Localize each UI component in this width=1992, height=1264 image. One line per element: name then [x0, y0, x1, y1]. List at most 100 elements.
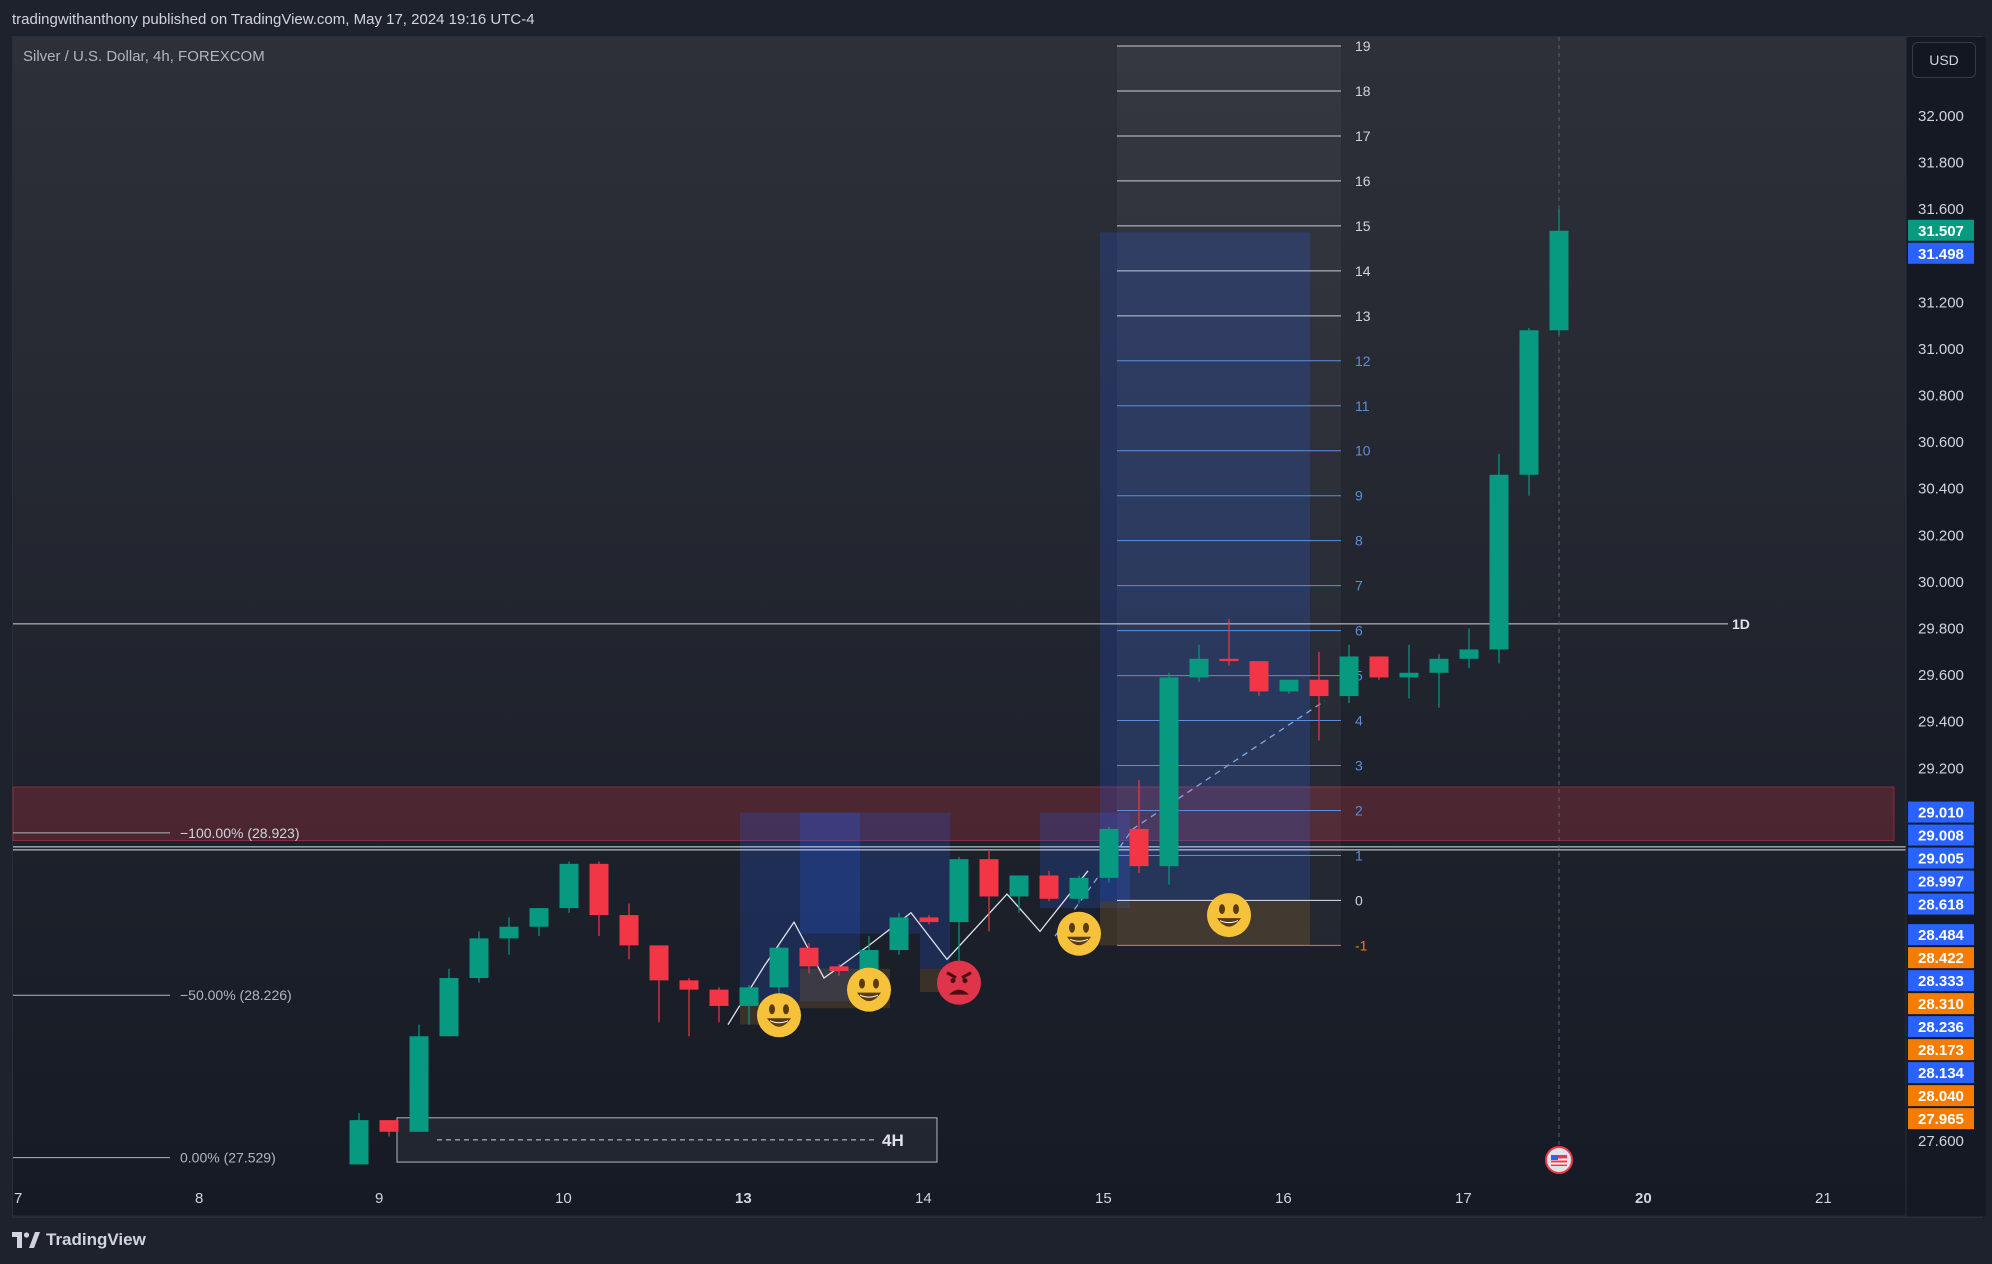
- price-label-text: 28.236: [1918, 1019, 1964, 1036]
- price-tick-label: 29.800: [1918, 621, 1964, 638]
- candle-body: [559, 863, 579, 909]
- price-label-text: 29.008: [1918, 828, 1964, 845]
- candle-body: [1099, 828, 1119, 878]
- time-tick-label: 21: [1815, 1190, 1832, 1207]
- price-tick-label: 30.600: [1918, 434, 1964, 451]
- candle: [1489, 453, 1509, 664]
- level-label: 6: [1355, 623, 1363, 639]
- price-tick-label: 31.600: [1918, 201, 1964, 218]
- candle-body: [349, 1120, 369, 1165]
- level-label: 11: [1355, 398, 1370, 414]
- candle-body: [1459, 649, 1479, 659]
- price-tick-label: 30.400: [1918, 481, 1964, 498]
- symbol-label: Silver / U.S. Dollar, 4h, FOREXCOM: [23, 48, 265, 65]
- candle-body: [769, 947, 789, 988]
- candle-body: [1069, 877, 1089, 899]
- candle-body: [589, 863, 609, 916]
- candle: [1099, 826, 1119, 883]
- candle-body: [499, 926, 519, 939]
- fib-label: −100.00% (28.923): [180, 825, 299, 841]
- price-label-text: 28.173: [1918, 1042, 1964, 1059]
- price-label-text: 28.310: [1918, 996, 1964, 1013]
- price-tick-label: 30.000: [1918, 574, 1964, 591]
- candle-body: [739, 987, 759, 1006]
- fib-label: 0.00% (27.529): [180, 1150, 276, 1166]
- time-tick-label: 10: [555, 1190, 572, 1207]
- time-tick-label: 14: [915, 1190, 932, 1207]
- price-tick-label: 27.600: [1918, 1133, 1964, 1150]
- candle-body: [679, 980, 699, 990]
- us-flag-icon[interactable]: [1545, 1146, 1573, 1174]
- level-label: 8: [1355, 533, 1363, 549]
- candle-body: [379, 1120, 399, 1132]
- candle: [1159, 672, 1179, 885]
- price-label-text: 31.507: [1918, 223, 1964, 240]
- candle-body: [1249, 661, 1269, 692]
- smiley-marker-icon: [1207, 893, 1251, 938]
- tradingview-brand[interactable]: TradingView: [12, 1230, 146, 1250]
- candle: [439, 968, 459, 1037]
- smiley-marker-icon: [1057, 911, 1101, 956]
- candle-body: [889, 917, 909, 951]
- candle-body: [829, 966, 849, 972]
- candle-body: [1009, 875, 1029, 897]
- price-label-text: 27.965: [1918, 1111, 1964, 1128]
- candle-body: [529, 908, 549, 927]
- price-tick-label: 30.200: [1918, 527, 1964, 544]
- level-label: 18: [1355, 83, 1371, 99]
- candle-body: [1129, 828, 1149, 867]
- time-tick-label: 17: [1455, 1190, 1472, 1207]
- level-label: 7: [1355, 578, 1363, 594]
- candle: [409, 1024, 429, 1132]
- candle-body: [1429, 658, 1449, 673]
- candle-body: [1309, 679, 1329, 697]
- price-tick-label: 31.000: [1918, 341, 1964, 358]
- tradingview-logo-icon: [12, 1232, 40, 1248]
- price-label-text: 28.040: [1918, 1088, 1964, 1105]
- candle: [1369, 656, 1389, 680]
- smiley-marker-icon: [757, 993, 801, 1038]
- candle-body: [1219, 658, 1239, 662]
- plot-background: [13, 37, 1906, 1216]
- time-tick-label: 13: [735, 1190, 752, 1207]
- candle-body: [709, 989, 729, 1006]
- price-label-text: 28.134: [1918, 1065, 1965, 1082]
- price-chart[interactable]: 191817161514131211109876543210-11D−100.0…: [0, 0, 1992, 1264]
- candle-body: [919, 917, 939, 923]
- price-tick-label: 31.800: [1918, 155, 1964, 172]
- price-tick-label: 29.600: [1918, 667, 1964, 684]
- candle-body: [1159, 677, 1179, 867]
- smiley-marker-icon: [847, 967, 891, 1012]
- level-label: 12: [1355, 353, 1371, 369]
- level-label: 19: [1355, 38, 1371, 54]
- price-label-text: 29.005: [1918, 851, 1964, 868]
- currency-button[interactable]: USD: [1912, 42, 1976, 78]
- level-label: 10: [1355, 443, 1371, 459]
- candle-body: [949, 859, 969, 923]
- level-label: 17: [1355, 128, 1371, 144]
- candle-body: [1399, 672, 1419, 678]
- price-tick-label: 31.200: [1918, 294, 1964, 311]
- level-label: -1: [1355, 937, 1368, 953]
- time-tick-label: 7: [14, 1190, 22, 1207]
- candle: [559, 861, 579, 913]
- level-label: 9: [1355, 488, 1363, 504]
- candle-body: [409, 1036, 429, 1132]
- h4-box-label: 4H: [882, 1131, 904, 1150]
- target-zone: [920, 812, 950, 969]
- candle-body: [1189, 658, 1209, 678]
- candle-body: [1489, 474, 1509, 650]
- candle-body: [799, 947, 819, 967]
- price-label-text: 28.422: [1918, 950, 1964, 967]
- candle: [1519, 327, 1539, 496]
- candle-body: [1369, 656, 1389, 678]
- time-tick-label: 15: [1095, 1190, 1112, 1207]
- level-label: 13: [1355, 308, 1371, 324]
- level-label: 2: [1355, 802, 1363, 818]
- price-label-text: 29.010: [1918, 805, 1964, 822]
- time-tick-label: 8: [195, 1190, 203, 1207]
- level-grid: 191817161514131211109876543210-1: [1117, 38, 1371, 953]
- price-tick-label: 30.800: [1918, 388, 1964, 405]
- time-tick-label: 20: [1635, 1190, 1652, 1207]
- level-label: 4: [1355, 713, 1363, 729]
